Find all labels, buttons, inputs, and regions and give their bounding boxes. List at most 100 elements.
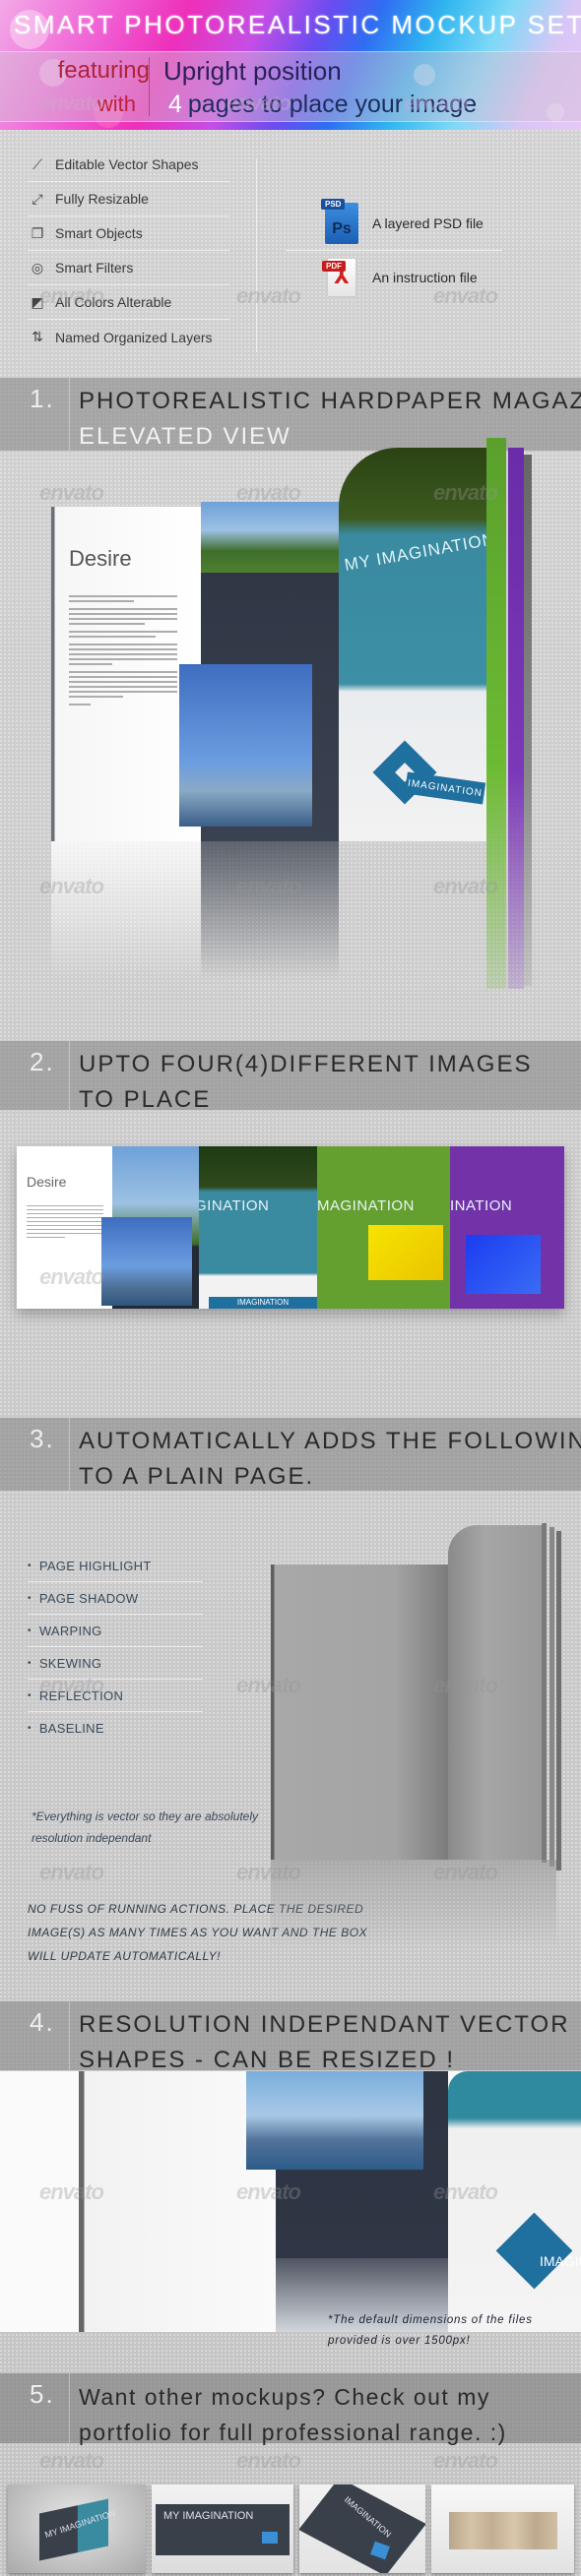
effect-item: • REFLECTION [28, 1680, 203, 1712]
spread-body-text [27, 1205, 103, 1241]
smart-object-icon: ❐ [31, 224, 44, 241]
thumb-label: MY IMAGINATION [163, 2510, 254, 2522]
feature-list: ⟋ Editable Vector Shapes ⤢ Fully Resizable… [28, 148, 229, 354]
included-files-list: PSD Ps A layered PSD file PDF ⅄ An instruc… [286, 197, 502, 303]
purple-page-edge [508, 448, 524, 989]
file-label: A layered PSD file [372, 215, 484, 231]
magazine-page-title: Desire [69, 546, 132, 571]
portfolio-thumbnails: MY IMAGINATION MY IMAGINATION IMAGINATIO… [8, 2484, 579, 2573]
spread-page-green: MAGINATION [317, 1146, 450, 1309]
portfolio-thumb-folded-panels[interactable] [431, 2484, 574, 2573]
envato-watermark: envato [39, 1860, 104, 1884]
section-number: 3. [30, 1424, 55, 1453]
plain-page-book-mockup [271, 1496, 581, 1948]
spread-page-teal: GINATION IMAGINATION [199, 1146, 317, 1309]
section-header-3: 3. AUTOMATICALLY ADDS THE FOLLOWING TO A … [0, 1417, 581, 1492]
section-title: RESOLUTION INDEPENDANT VECTOR SHAPES - CA… [79, 2007, 570, 2078]
blue-abstract-photo [466, 1235, 541, 1294]
plain-right-page [448, 1525, 542, 1860]
section-title-line-1: Want other mockups? Check out my [79, 2384, 490, 2410]
effect-item: • PAGE HIGHLIGHT [28, 1550, 203, 1582]
section-number: 2. [30, 1047, 55, 1076]
elevated-magazine-mockup: Desire MY IMAGINATION IMAGINATION [51, 394, 544, 1023]
resize-icon: ⤢ [32, 190, 43, 207]
effect-label: SKEWING [38, 1655, 102, 1671]
envato-watermark: envato [433, 2448, 498, 2473]
zoomed-curved-page [448, 2071, 581, 2332]
four-page-flat-spread: Desire GINATION IMAGINATION MAGINATION I… [17, 1146, 564, 1309]
thumb-magazine [299, 2484, 425, 2573]
feature-item: ⤢ Fully Resizable [28, 182, 229, 216]
feature-label: Editable Vector Shapes [55, 156, 199, 172]
effect-label: PAGE HIGHLIGHT [38, 1558, 152, 1573]
left-page-reflection [51, 841, 201, 979]
layers-icon: ⇅ [32, 329, 43, 344]
effect-item: • BASELINE [28, 1721, 104, 1736]
thumb-photo [262, 2532, 278, 2544]
effect-item: • SKEWING [28, 1647, 203, 1680]
hero-featuring-label: featuring [57, 57, 150, 84]
effect-item: • WARPING [28, 1615, 203, 1647]
portfolio-thumb-tilted-magazine[interactable]: IMAGINATION [299, 2484, 425, 2573]
feature-label: Smart Filters [55, 260, 134, 276]
dark-panel-reflection [201, 841, 339, 979]
page-edge [542, 1523, 547, 1863]
book-reflection [271, 1860, 556, 1948]
yellow-flower-photo [368, 1225, 443, 1280]
harbour-bridge-photo [201, 502, 339, 573]
spread-page-purple: INATION [450, 1146, 564, 1309]
hero-feature-line-2: 4 pages to place your image [168, 91, 477, 119]
plain-left-page [271, 1564, 448, 1860]
spread-bridge-photo [101, 1217, 192, 1306]
feature-item: ⇅ Named Organized Layers [28, 320, 229, 354]
feature-item: ◎ Smart Filters [28, 251, 229, 285]
effect-label: PAGE SHADOW [38, 1590, 139, 1606]
hero-banner: SMART PHOTOREALISTIC MOCKUP SET 3 featur… [0, 0, 581, 130]
effect-label: BASELINE [38, 1721, 104, 1736]
feature-divider [256, 159, 257, 352]
green-page-edge [486, 438, 506, 989]
section-header-4: 4. RESOLUTION INDEPENDANT VECTOR SHAPES -… [0, 2000, 581, 2073]
page-edge [556, 1531, 561, 1871]
feature-label: Fully Resizable [55, 191, 149, 207]
section-number: 5. [30, 2379, 55, 2409]
section-divider [69, 1418, 70, 1491]
feature-item: ❐ Smart Objects [28, 216, 229, 251]
section-title-line-1: AUTOMATICALLY ADDS THE FOLLOWING [79, 1428, 581, 1454]
portfolio-thumb-standing-magazine[interactable]: MY IMAGINATION [8, 2484, 146, 2573]
sky-bridge-photo [179, 664, 312, 827]
section-divider [69, 2001, 70, 2070]
resolution-note: *The default dimensions of the files pro… [328, 2314, 533, 2347]
back-cover-edge [524, 455, 532, 986]
thumb-folded-panels [449, 2512, 557, 2549]
effect-item: • PAGE SHADOW [28, 1582, 203, 1615]
spread-page-heading: INATION [450, 1197, 513, 1214]
pdf-file-icon: PDF ⅄ [322, 257, 356, 297]
psd-glyph: Ps [332, 220, 352, 237]
psd-file-icon: PSD Ps [321, 199, 358, 244]
spread-imagination-logo: IMAGINATION [209, 1297, 317, 1309]
feature-label: Named Organized Layers [55, 329, 213, 345]
file-item: PSD Ps A layered PSD file [286, 197, 502, 250]
portfolio-thumb-landscape-magazine[interactable]: MY IMAGINATION [152, 2484, 293, 2573]
zoomed-bridge-photo [246, 2071, 423, 2170]
section-header-2: 2. UPTO FOUR(4)DIFFERENT IMAGES TO PLACE [0, 1040, 581, 1113]
product-preview-page: SMART PHOTOREALISTIC MOCKUP SET 3 featur… [0, 0, 581, 2576]
section-divider [69, 2373, 70, 2443]
vector-note: *Everything is vector so they are absolu… [32, 1809, 258, 1845]
page-edge [549, 1527, 554, 1867]
section-title-line-2: portfolio for full professional range. :… [79, 2420, 507, 2445]
effect-label: WARPING [38, 1623, 102, 1638]
section-title: UPTO FOUR(4)DIFFERENT IMAGES TO PLACE [79, 1047, 532, 1118]
smart-filter-icon: ◎ [31, 259, 44, 276]
feature-item: ◩ All Colors Alterable [28, 285, 229, 320]
section-number: 4. [30, 2007, 55, 2037]
hero-divider [149, 57, 150, 116]
section-divider [69, 1041, 70, 1110]
section-header-5: 5. Want other mockups? Check out my portf… [0, 2372, 581, 2445]
envato-watermark: envato [236, 2448, 301, 2473]
zoomed-vector-detail: IMAGINATION envato envato envato [0, 2071, 581, 2332]
section-title-line-2: TO PLACE [79, 1086, 212, 1113]
hero-title: SMART PHOTOREALISTIC MOCKUP SET 3 [14, 10, 581, 39]
hero-line-2-text: pages to place your image [187, 91, 478, 118]
